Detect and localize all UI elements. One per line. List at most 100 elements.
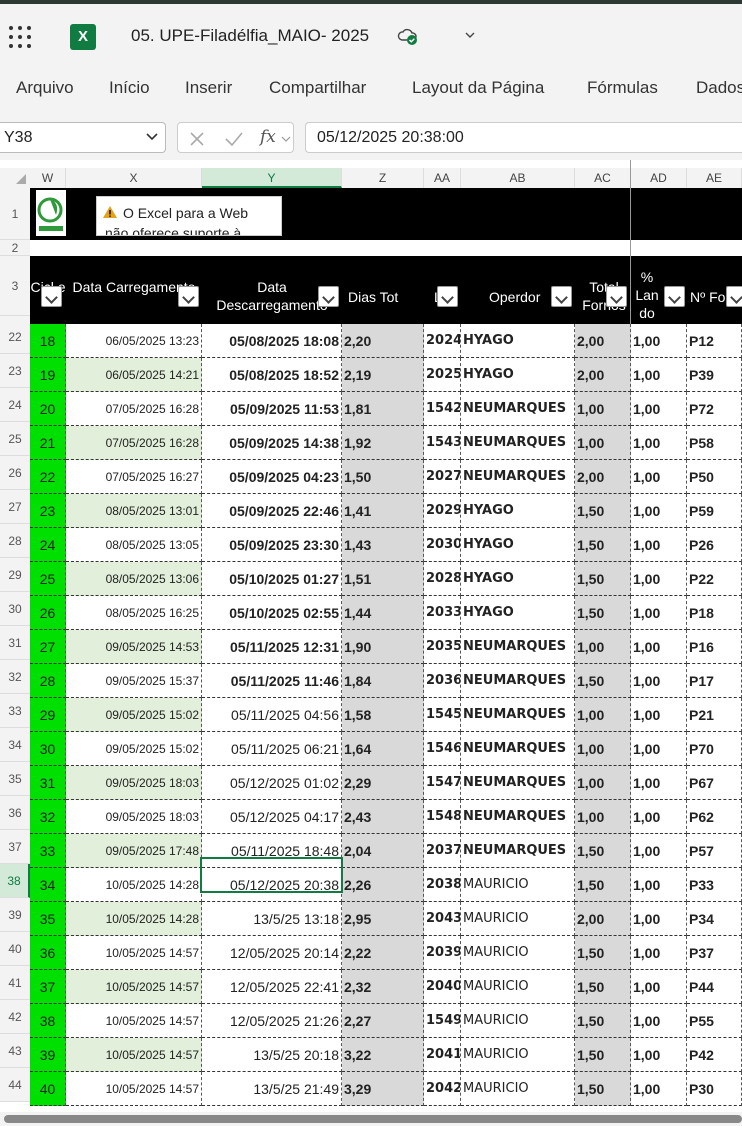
cell-ad-44[interactable]: 1,00 — [631, 1072, 687, 1106]
cell-ab-36[interactable]: NEUMARQUES — [461, 800, 575, 834]
cell-w-37[interactable]: 33 — [30, 834, 66, 868]
cell-x-34[interactable]: 09/05/2025 15:02 — [66, 732, 202, 766]
cell-w-44[interactable]: 40 — [30, 1072, 66, 1106]
cell-ac-37[interactable]: 1,50 — [575, 834, 631, 868]
app-launcher-icon[interactable] — [9, 26, 31, 48]
tab-arquivo[interactable]: Arquivo — [16, 78, 74, 98]
cell-ac-32[interactable]: 1,50 — [575, 664, 631, 698]
excel-icon[interactable]: X — [70, 24, 100, 50]
cancel-icon[interactable] — [188, 130, 206, 148]
cell-z-41[interactable]: 2,32 — [342, 970, 424, 1004]
cell-ad-32[interactable]: 1,00 — [631, 664, 687, 698]
row-header-38[interactable]: 38 — [0, 864, 30, 898]
cell-aa-30[interactable]: 2033 — [424, 596, 461, 630]
cell-ac-35[interactable]: 1,00 — [575, 766, 631, 800]
cell-z-24[interactable]: 1,81 — [342, 392, 424, 426]
cell-w-41[interactable]: 37 — [30, 970, 66, 1004]
tab-dados[interactable]: Dados — [696, 78, 742, 98]
filter-dropdown-icon[interactable] — [726, 286, 742, 307]
cell-ac-29[interactable]: 1,50 — [575, 562, 631, 596]
cell-aa-26[interactable]: 2027 — [424, 460, 461, 494]
cell-aa-22[interactable]: 2024 — [424, 324, 461, 358]
cell-y-39[interactable]: 13/5/25 13:18 — [202, 902, 342, 936]
cell-aa-28[interactable]: 2030 — [424, 528, 461, 562]
cell-ae-22[interactable]: P12 — [687, 324, 742, 358]
cell-z-22[interactable]: 2,20 — [342, 324, 424, 358]
cell-aa-36[interactable]: 1548 — [424, 800, 461, 834]
cell-ab-23[interactable]: HYAGO — [461, 358, 575, 392]
cell-ad-35[interactable]: 1,00 — [631, 766, 687, 800]
column-header-aa[interactable]: AA — [424, 168, 461, 188]
cell-x-41[interactable]: 10/05/2025 14:57 — [66, 970, 202, 1004]
cell-ab-31[interactable]: NEUMARQUES — [461, 630, 575, 664]
cell-ad-22[interactable]: 1,00 — [631, 324, 687, 358]
tab-layout-da-pagina[interactable]: Layout da Página — [412, 78, 544, 98]
cell-z-35[interactable]: 2,29 — [342, 766, 424, 800]
cell-ae-31[interactable]: P16 — [687, 630, 742, 664]
cell-ac-36[interactable]: 1,00 — [575, 800, 631, 834]
cell-ac-39[interactable]: 2,00 — [575, 902, 631, 936]
chevron-down-icon[interactable] — [281, 135, 291, 143]
cell-y-25[interactable]: 05/09/2025 14:38 — [202, 426, 342, 460]
cell-z-32[interactable]: 1,84 — [342, 664, 424, 698]
row-header-22[interactable]: 22 — [0, 320, 30, 354]
cell-ae-43[interactable]: P42 — [687, 1038, 742, 1072]
cell-ad-34[interactable]: 1,00 — [631, 732, 687, 766]
cell-ad-39[interactable]: 1,00 — [631, 902, 687, 936]
cell-x-24[interactable]: 07/05/2025 16:28 — [66, 392, 202, 426]
cell-x-26[interactable]: 07/05/2025 16:27 — [66, 460, 202, 494]
row-header-2[interactable]: 2 — [0, 240, 30, 256]
cell-ac-25[interactable]: 1,00 — [575, 426, 631, 460]
cell-y-33[interactable]: 05/11/2025 04:56 — [202, 698, 342, 732]
cell-aa-35[interactable]: 1547 — [424, 766, 461, 800]
cell-ad-23[interactable]: 1,00 — [631, 358, 687, 392]
cell-x-36[interactable]: 09/05/2025 18:03 — [66, 800, 202, 834]
cell-y-22[interactable]: 05/08/2025 18:08 — [202, 324, 342, 358]
document-title[interactable]: 05. UPE-Filadélfia_MAIO- 2025 — [131, 26, 369, 46]
cell-ab-22[interactable]: HYAGO — [461, 324, 575, 358]
cell-ad-37[interactable]: 1,00 — [631, 834, 687, 868]
cell-ae-40[interactable]: P37 — [687, 936, 742, 970]
row-header-43[interactable]: 43 — [0, 1034, 30, 1068]
cell-w-42[interactable]: 38 — [30, 1004, 66, 1038]
chevron-down-icon[interactable] — [145, 129, 159, 143]
row-header-40[interactable]: 40 — [0, 932, 30, 966]
cell-aa-40[interactable]: 2039 — [424, 936, 461, 970]
cell-ab-38[interactable]: MAURICIO — [461, 868, 575, 902]
cell-aa-24[interactable]: 1542 — [424, 392, 461, 426]
cell-y-41[interactable]: 12/05/2025 22:41 — [202, 970, 342, 1004]
cell-ae-34[interactable]: P70 — [687, 732, 742, 766]
cell-ac-42[interactable]: 1,50 — [575, 1004, 631, 1038]
tab-inicio[interactable]: Início — [109, 78, 150, 98]
cell-z-43[interactable]: 3,22 — [342, 1038, 424, 1072]
cell-ab-28[interactable]: HYAGO — [461, 528, 575, 562]
cell-ab-43[interactable]: MAURICIO — [461, 1038, 575, 1072]
cell-ae-33[interactable]: P21 — [687, 698, 742, 732]
cell-ad-33[interactable]: 1,00 — [631, 698, 687, 732]
cell-z-34[interactable]: 1,64 — [342, 732, 424, 766]
cell-ab-40[interactable]: MAURICIO — [461, 936, 575, 970]
cell-ab-24[interactable]: NEUMARQUES — [461, 392, 575, 426]
column-header-y[interactable]: Y — [202, 168, 342, 188]
spreadsheet-grid[interactable]: W X Y Z AA AB AC AD AE 1 2 3 4 O Excel p… — [0, 160, 742, 1112]
cell-aa-31[interactable]: 2035 — [424, 630, 461, 664]
cell-ae-44[interactable]: P30 — [687, 1072, 742, 1106]
cell-ad-38[interactable]: 1,00 — [631, 868, 687, 902]
column-header-x[interactable]: X — [66, 168, 202, 188]
cell-x-38[interactable]: 10/05/2025 14:28 — [66, 868, 202, 902]
cell-ae-27[interactable]: P59 — [687, 494, 742, 528]
column-header-ac[interactable]: AC — [575, 168, 631, 188]
filter-dropdown-icon[interactable] — [551, 286, 572, 307]
cell-w-30[interactable]: 26 — [30, 596, 66, 630]
cell-ab-25[interactable]: NEUMARQUES — [461, 426, 575, 460]
cell-ae-30[interactable]: P18 — [687, 596, 742, 630]
cell-aa-33[interactable]: 1545 — [424, 698, 461, 732]
column-header-ab[interactable]: AB — [461, 168, 575, 188]
row-header-33[interactable]: 33 — [0, 694, 30, 728]
cell-x-35[interactable]: 09/05/2025 18:03 — [66, 766, 202, 800]
cell-z-44[interactable]: 3,29 — [342, 1072, 424, 1106]
cell-x-23[interactable]: 06/05/2025 14:21 — [66, 358, 202, 392]
function-icon[interactable]: fx — [260, 127, 276, 147]
cell-aa-42[interactable]: 1549 — [424, 1004, 461, 1038]
cell-y-28[interactable]: 05/09/2025 23:30 — [202, 528, 342, 562]
